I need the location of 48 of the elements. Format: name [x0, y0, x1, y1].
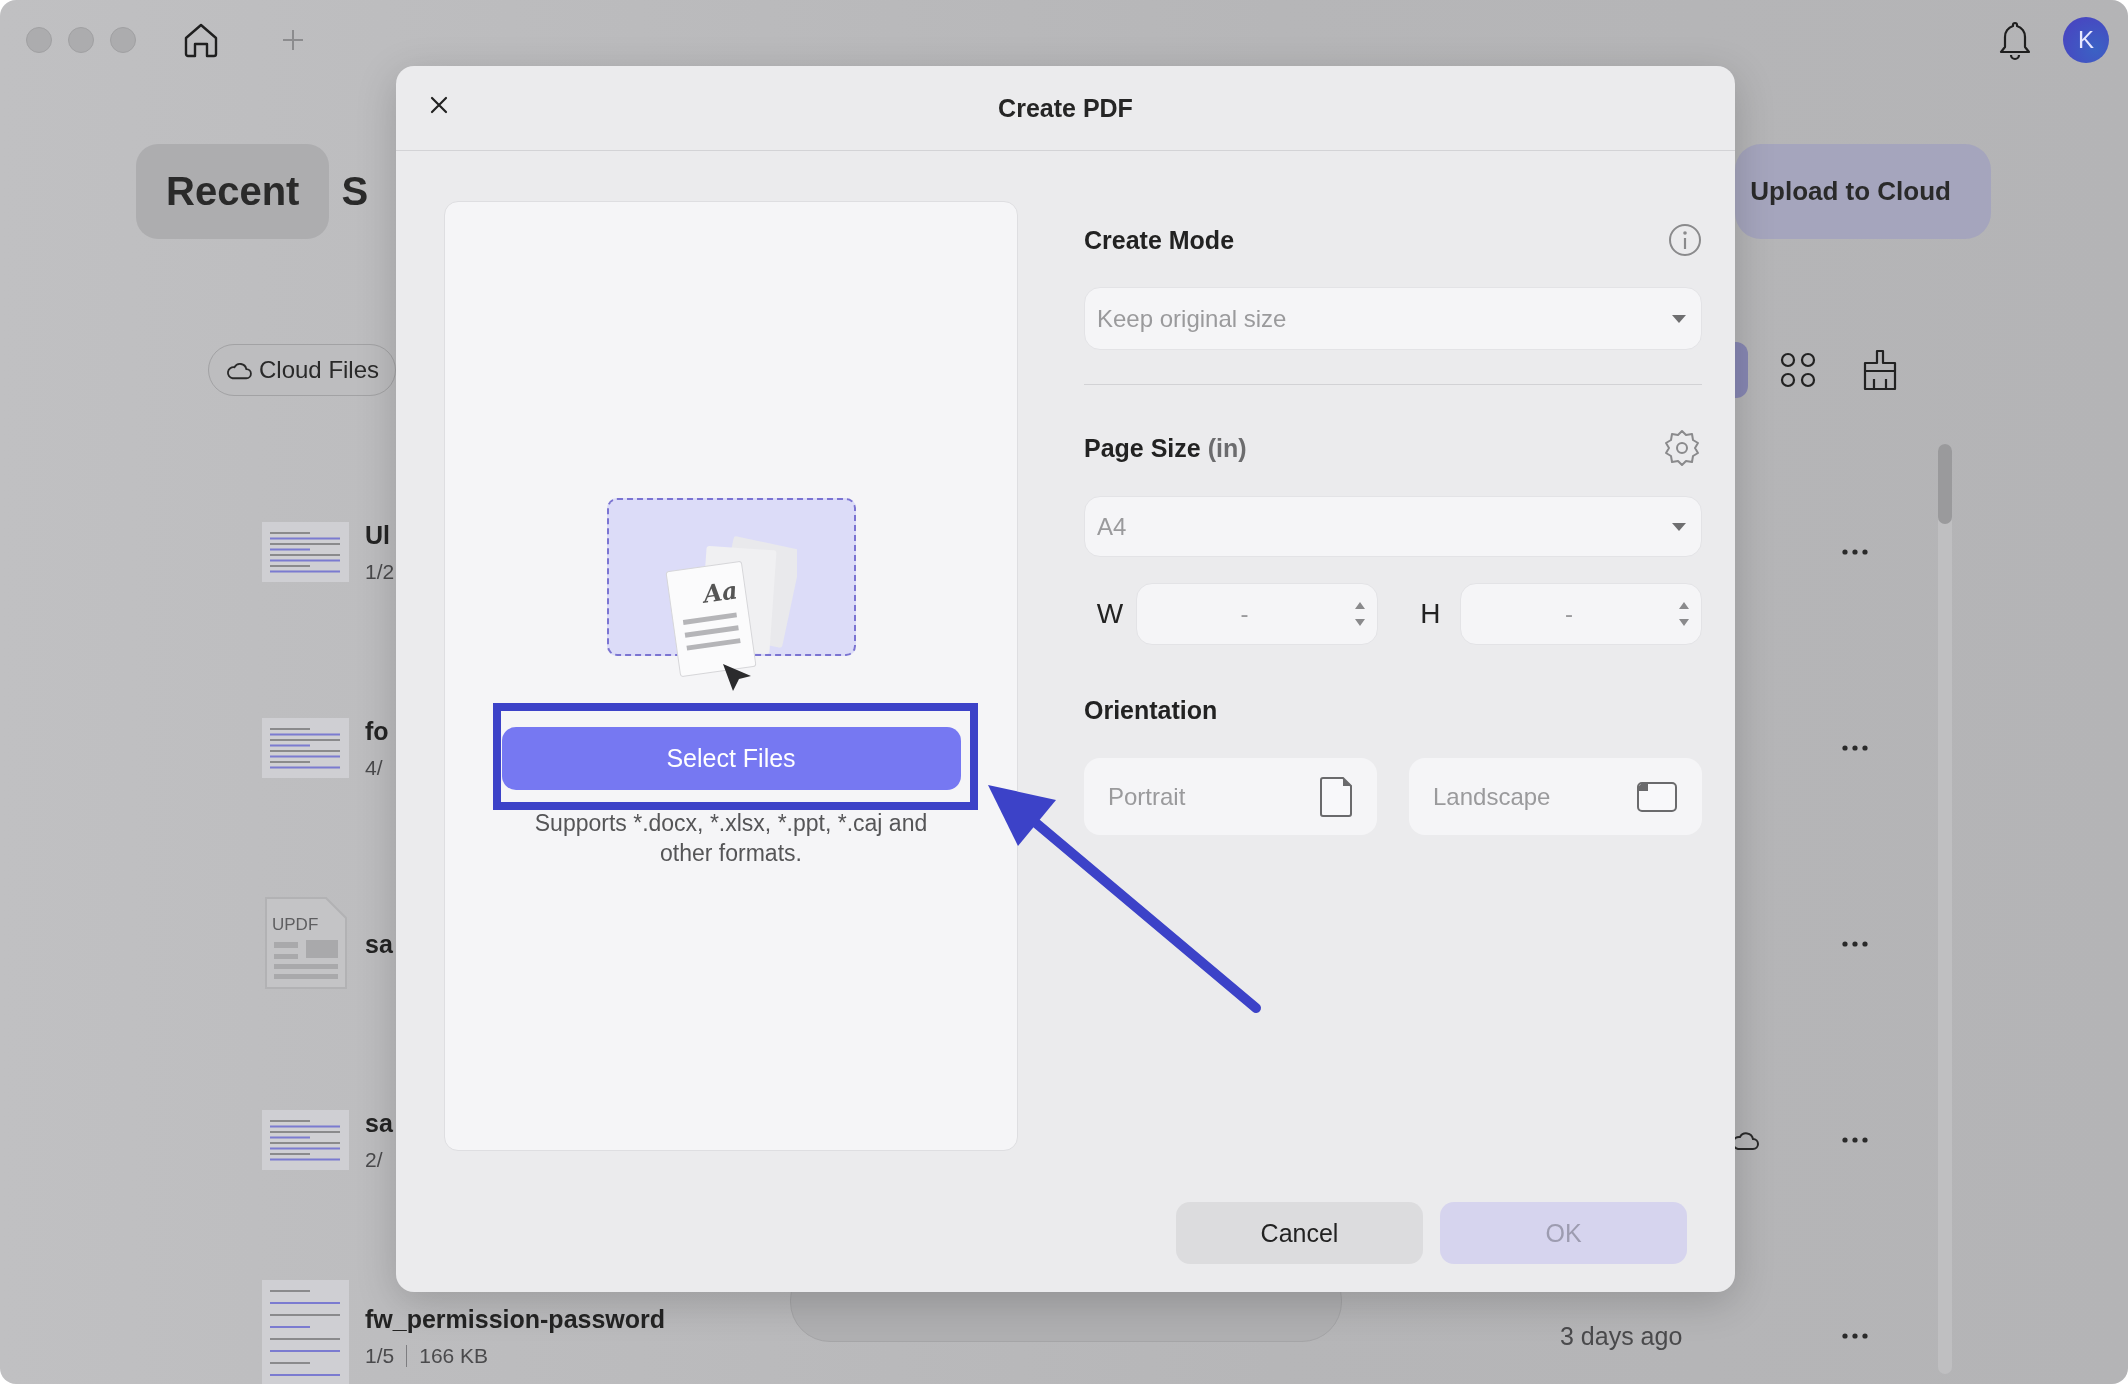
- section-title: Orientation: [1084, 695, 1218, 725]
- file-name: sa: [365, 1108, 393, 1138]
- dialog-title: Create PDF: [998, 93, 1133, 123]
- orientation-option[interactable]: Landscape: [1409, 758, 1702, 835]
- more-icon[interactable]: [1841, 744, 1869, 752]
- dialog-button[interactable]: Cancel: [1176, 1202, 1423, 1264]
- modified-time: 3 days ago: [1560, 1321, 1683, 1350]
- bell-icon[interactable]: [1997, 19, 2033, 61]
- close-icon: [430, 96, 448, 114]
- file-size: 166 KB: [419, 1343, 489, 1368]
- grid-view-icon[interactable]: [1780, 352, 1816, 388]
- width-field[interactable]: -: [1135, 583, 1378, 645]
- height-field[interactable]: -: [1460, 583, 1702, 645]
- field-label: H: [1419, 598, 1442, 630]
- file-meta: 2/: [365, 1147, 383, 1172]
- more-icon[interactable]: [1841, 1332, 1869, 1340]
- file-icon: UPDF: [262, 896, 349, 992]
- landscape-page-icon: [1636, 780, 1678, 813]
- file-name: fo: [365, 716, 389, 746]
- filter-chip[interactable]: Cloud Files: [208, 344, 397, 396]
- more-icon[interactable]: [1841, 548, 1869, 556]
- orientation-option[interactable]: Portrait: [1084, 758, 1377, 835]
- caret-icon: [1671, 313, 1687, 324]
- documents-drawing: Aa: [665, 526, 797, 694]
- file-name: Ul: [365, 520, 390, 550]
- field-label: W: [1095, 598, 1125, 630]
- file-meta: 4/: [365, 755, 383, 780]
- info-icon[interactable]: [1668, 223, 1702, 257]
- more-icon[interactable]: [1841, 1136, 1869, 1144]
- page-size-dropdown[interactable]: A4: [1084, 496, 1702, 557]
- file-name: fw_permission-password: [365, 1304, 666, 1334]
- supported-formats-text: Supports *.docx, *.xlsx, *.ppt, *.caj and other formats.: [533, 809, 929, 868]
- page-icon: [1319, 775, 1353, 818]
- mode-dropdown[interactable]: Keep original size: [1084, 287, 1702, 350]
- more-icon[interactable]: [1841, 940, 1869, 948]
- caret-icon: [1671, 521, 1687, 532]
- file-meta: 1/2: [365, 559, 395, 584]
- file-name: sa: [365, 929, 393, 959]
- tab[interactable]: S: [329, 144, 381, 239]
- section-title: Page Size (in): [1084, 433, 1247, 463]
- select-files-button[interactable]: Select Files: [501, 727, 961, 790]
- section-title: Create Mode: [1084, 225, 1235, 255]
- avatar[interactable]: K: [2063, 17, 2109, 63]
- tab[interactable]: Recent: [136, 144, 330, 239]
- settings-icon[interactable]: [1662, 428, 1702, 468]
- upload-button[interactable]: Upload to Cloud: [1735, 144, 1991, 239]
- scrollbar[interactable]: [1938, 444, 1952, 1374]
- page-count: 1/5: [365, 1343, 395, 1368]
